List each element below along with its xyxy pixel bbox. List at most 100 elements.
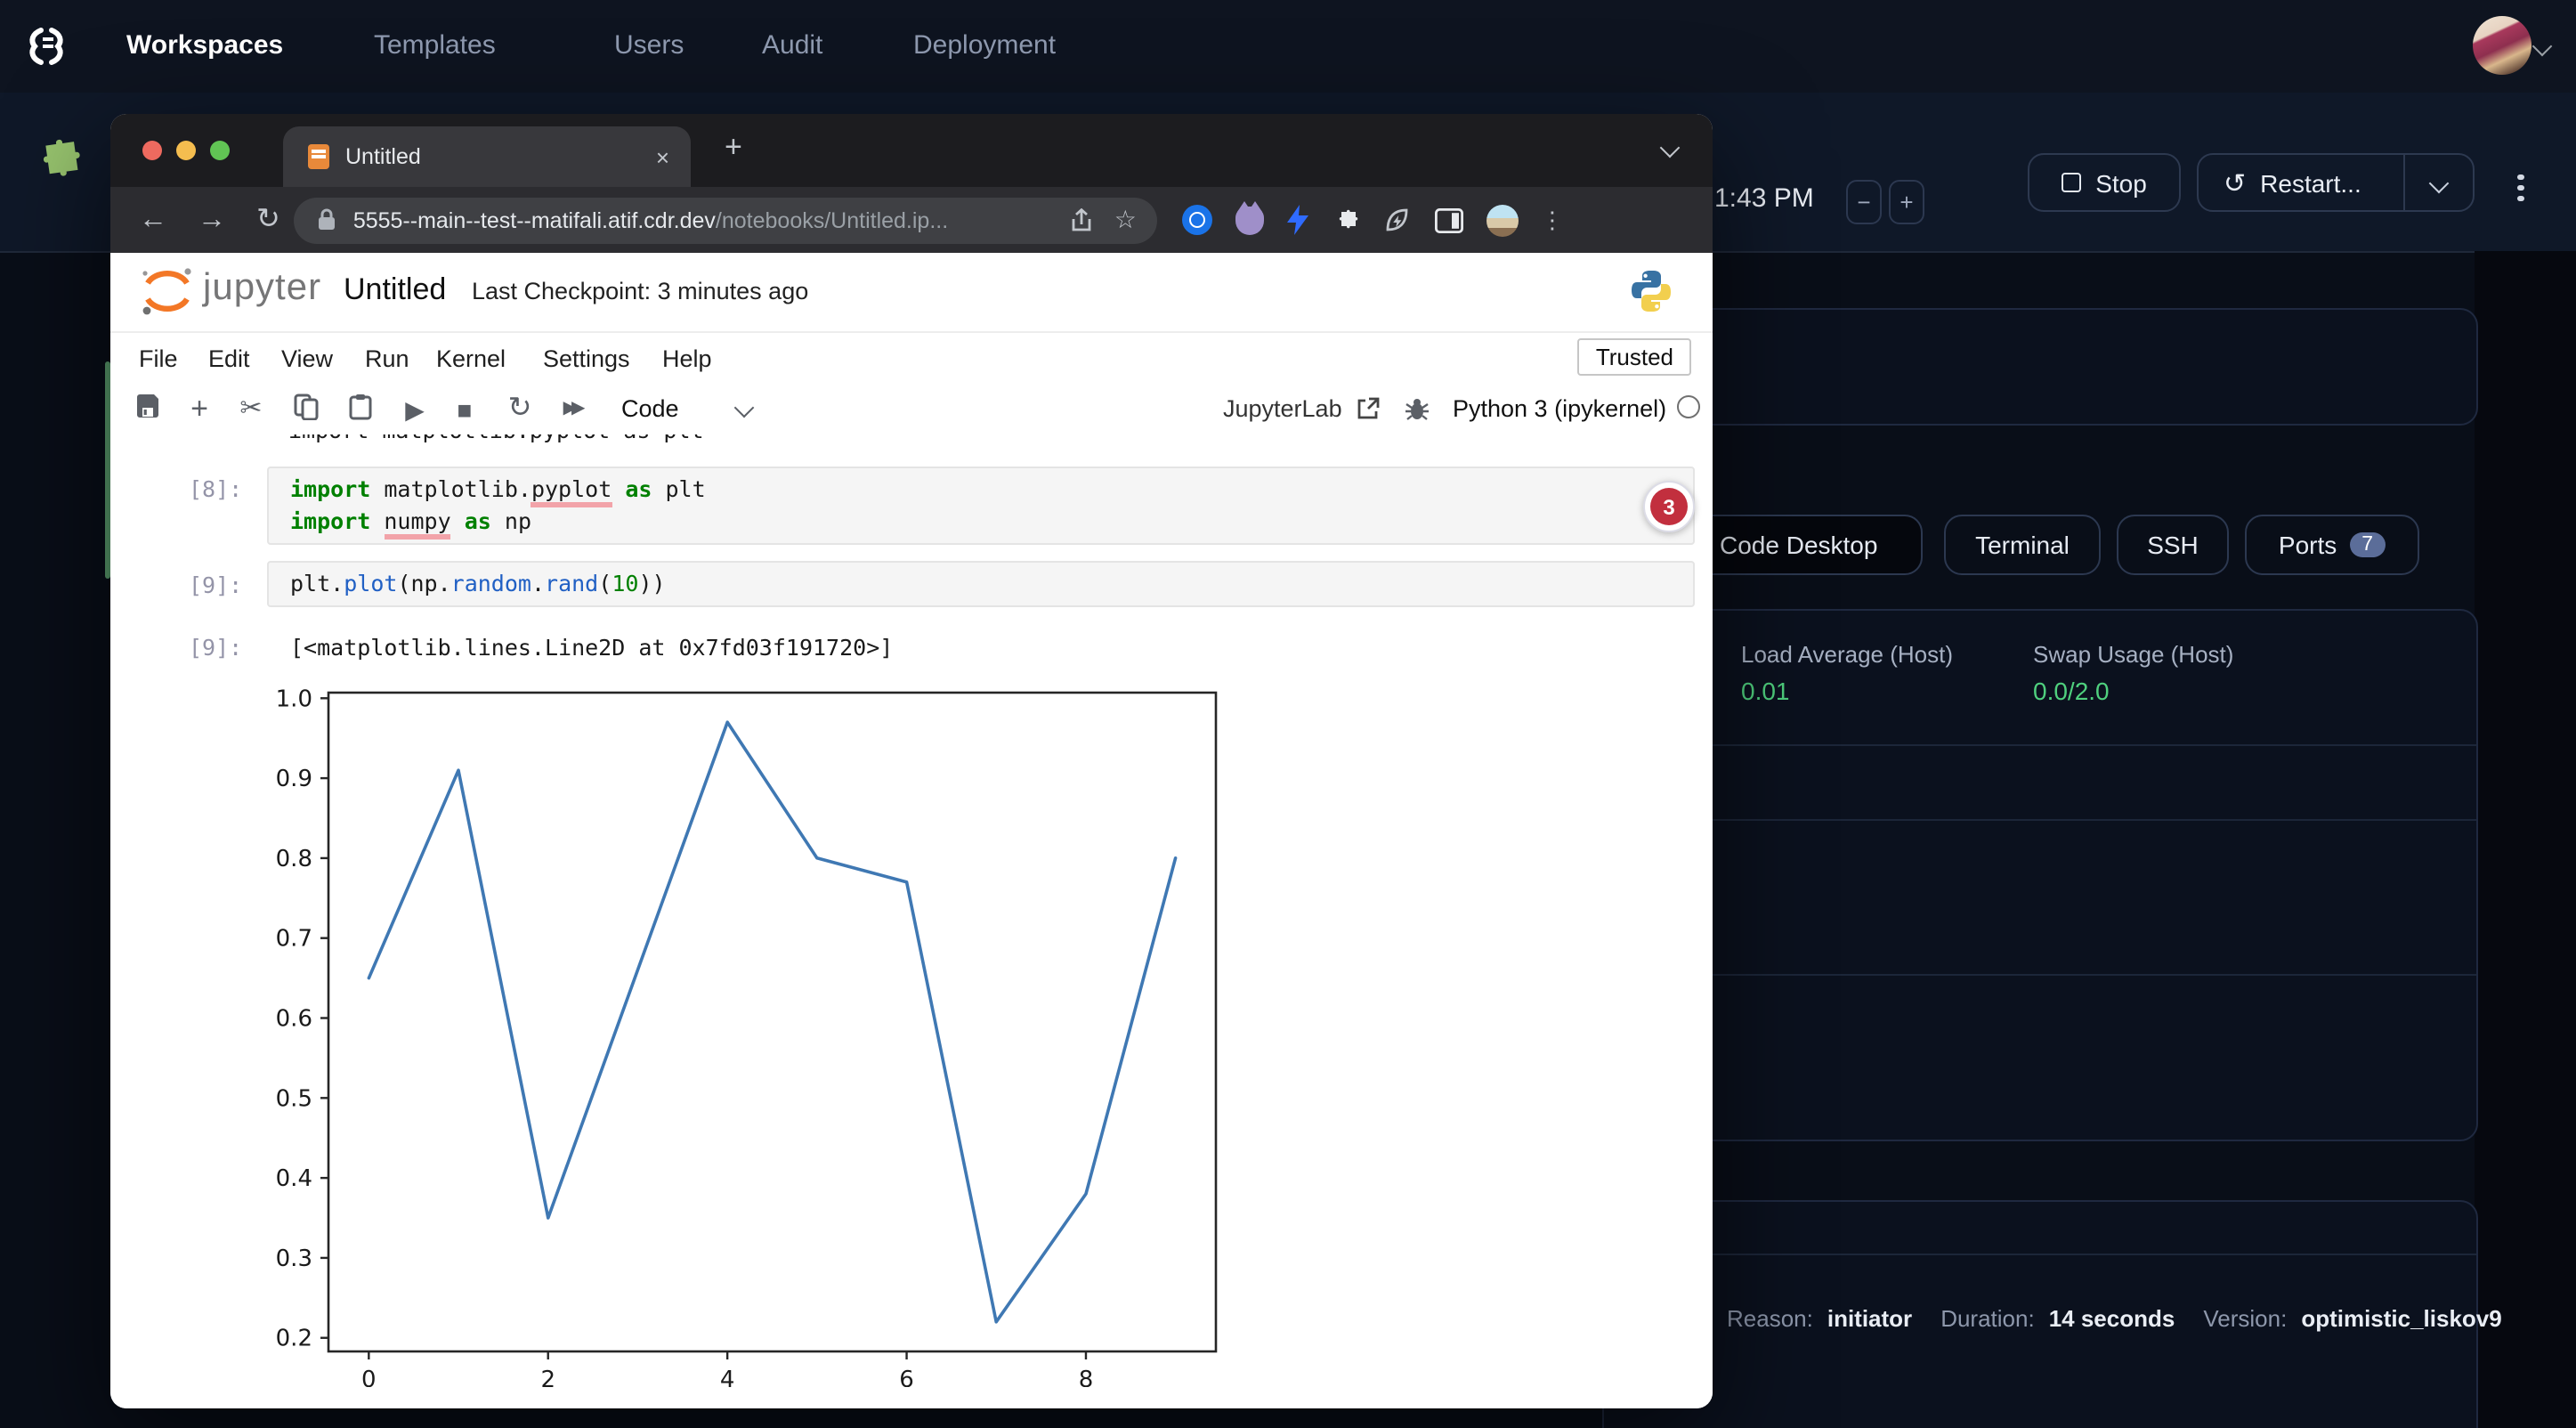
menu-settings[interactable]: Settings	[543, 345, 630, 372]
url-host: 5555--main--test--matifali.atif.cdr.dev/…	[353, 204, 948, 236]
extensions-puzzle-icon[interactable]	[1333, 206, 1361, 234]
run-cell-icon[interactable]: ▶	[399, 394, 431, 426]
browser-toolbar: ← → ↻ 5555--main--test--matifali.atif.cd…	[110, 187, 1713, 253]
address-bar[interactable]: 5555--main--test--matifali.atif.cdr.dev/…	[295, 197, 1158, 243]
clock-time: 1:43 PM	[1714, 183, 1814, 214]
puzzle-app-icon[interactable]	[28, 135, 85, 198]
forward-icon[interactable]: →	[198, 206, 226, 234]
nav-item-templates[interactable]: Templates	[374, 30, 496, 61]
save-icon[interactable]	[132, 394, 164, 426]
swap-usage-label: Swap Usage (Host)	[2033, 641, 2233, 668]
trusted-button[interactable]: Trusted	[1578, 338, 1691, 376]
restart-kernel-icon[interactable]: ↻	[504, 394, 536, 426]
jupyter-wordmark: jupyter	[203, 267, 321, 310]
nav-item-users[interactable]: Users	[614, 30, 684, 61]
back-icon[interactable]: ←	[139, 206, 167, 234]
cut-icon[interactable]: ✂	[235, 394, 267, 426]
user-avatar[interactable]	[2473, 16, 2531, 75]
cell-prompt: [8]:	[189, 475, 242, 502]
tab-ssh[interactable]: SSH	[2117, 515, 2229, 575]
menu-view[interactable]: View	[281, 345, 333, 372]
bookmark-star-icon[interactable]: ☆	[1114, 205, 1137, 235]
lightning-extension-icon[interactable]	[1288, 205, 1309, 235]
python-logo-icon	[1627, 267, 1675, 324]
tab-close-icon[interactable]: ×	[656, 143, 669, 170]
energy-saver-icon[interactable]	[1384, 206, 1413, 234]
cell-prompt: [9]:	[189, 572, 242, 598]
copy-icon[interactable]	[290, 394, 322, 426]
restart-dropdown[interactable]	[2403, 155, 2473, 210]
debugger-bug-icon[interactable]	[1405, 397, 1430, 422]
chevron-down-icon[interactable]	[2532, 37, 2553, 57]
window-minimize-button[interactable]	[176, 141, 196, 160]
ports-count-badge: 7	[2349, 532, 2386, 557]
zoom-in-button[interactable]: +	[1889, 180, 1924, 224]
coder-logo-icon[interactable]	[25, 23, 71, 78]
load-average-label: Load Average (Host)	[1741, 641, 1953, 668]
notebook-title[interactable]: Untitled	[344, 272, 446, 308]
stop-button[interactable]: Stop	[2028, 153, 2181, 212]
notebook-content: import matplotlib.pyplot as plt [8]: imp…	[110, 434, 1713, 1408]
browser-menu-icon[interactable]: ⋮	[1541, 206, 1564, 234]
checkpoint-status: Last Checkpoint: 3 minutes ago	[472, 278, 808, 304]
window-maximize-button[interactable]	[210, 141, 230, 160]
nav-item-deployment[interactable]: Deployment	[913, 30, 1056, 61]
jupyterlab-link[interactable]: JupyterLab	[1223, 395, 1342, 422]
browser-profile-avatar[interactable]	[1487, 204, 1519, 236]
new-tab-button[interactable]: +	[725, 130, 742, 166]
jupyter-menubar: File Edit View Run Kernel Settings Help …	[110, 331, 1713, 388]
tab-list-chevron-icon[interactable]	[1660, 138, 1681, 158]
load-average-value: 0.01	[1741, 677, 1790, 705]
paste-icon[interactable]	[344, 394, 376, 426]
cell-type-chevron-icon[interactable]	[734, 398, 755, 418]
menu-kernel[interactable]: Kernel	[436, 345, 506, 372]
output-text: [<matplotlib.lines.Line2D at 0x7fd03f191…	[290, 632, 893, 664]
external-link-icon	[1357, 397, 1380, 420]
notification-badge-ring[interactable]: 3	[1643, 481, 1695, 532]
stop-label: Stop	[2095, 168, 2147, 197]
kernel-name[interactable]: Python 3 (ipykernel)	[1453, 395, 1666, 422]
kernel-status-icon	[1677, 395, 1700, 418]
tab-ports[interactable]: Ports 7	[2245, 515, 2419, 575]
figure-svg: 0.20.30.40.50.60.70.80.91.002468	[199, 675, 1268, 1387]
cell-type-select[interactable]: Code	[621, 395, 679, 422]
clipped-code-line: import matplotlib.pyplot as plt	[288, 434, 1535, 447]
interrupt-kernel-icon[interactable]: ■	[449, 394, 481, 426]
nav-item-audit[interactable]: Audit	[762, 30, 822, 61]
svg-text:0.7: 0.7	[276, 926, 312, 953]
share-icon[interactable]	[1070, 207, 1093, 232]
browser-tab[interactable]: Untitled ×	[283, 126, 691, 187]
code-cell[interactable]: import matplotlib.pyplot as pltimport nu…	[267, 467, 1695, 545]
restart-button[interactable]: ↺ Restart...	[2197, 153, 2475, 212]
menu-file[interactable]: File	[139, 345, 178, 372]
svg-text:0.4: 0.4	[276, 1165, 312, 1192]
code-cell[interactable]: plt.plot(np.random.rand(10))	[267, 561, 1695, 607]
restart-label: Restart...	[2260, 168, 2361, 197]
svg-text:2: 2	[540, 1367, 555, 1387]
github-extension-icon[interactable]	[1236, 206, 1265, 234]
jupyter-toolbar: + ✂ ▶ ■ ↻ ▶▶ Code JupyterLab Python	[110, 385, 1713, 436]
side-panel-icon[interactable]	[1436, 207, 1464, 232]
browser-window: Untitled × + ← → ↻ 5555--main--test--mat…	[110, 114, 1713, 1408]
url-path: /notebooks/Untitled.ip...	[716, 207, 948, 232]
svg-text:0.3: 0.3	[276, 1245, 312, 1272]
tab-label: Ports	[2279, 531, 2337, 559]
screen: Workspaces Templates Users Audit Deploym…	[0, 0, 2576, 1428]
reload-icon[interactable]: ↻	[256, 206, 280, 234]
duration-value: 14 seconds	[2049, 1305, 2175, 1332]
add-cell-icon[interactable]: +	[183, 394, 215, 426]
menu-help[interactable]: Help	[662, 345, 712, 372]
run-all-icon[interactable]: ▶▶	[555, 394, 587, 426]
restart-icon: ↺	[2224, 166, 2246, 199]
menu-run[interactable]: Run	[365, 345, 409, 372]
notebook-favicon	[308, 144, 329, 169]
onepassword-extension-icon[interactable]	[1183, 205, 1213, 235]
tab-terminal[interactable]: Terminal	[1944, 515, 2101, 575]
nav-item-workspaces[interactable]: Workspaces	[126, 30, 283, 61]
tab-label: Code Desktop	[1720, 531, 1877, 559]
kebab-menu[interactable]	[2517, 169, 2523, 206]
zoom-out-button[interactable]: −	[1846, 180, 1882, 224]
svg-text:0.2: 0.2	[276, 1326, 312, 1352]
menu-edit[interactable]: Edit	[208, 345, 250, 372]
window-close-button[interactable]	[142, 141, 162, 160]
